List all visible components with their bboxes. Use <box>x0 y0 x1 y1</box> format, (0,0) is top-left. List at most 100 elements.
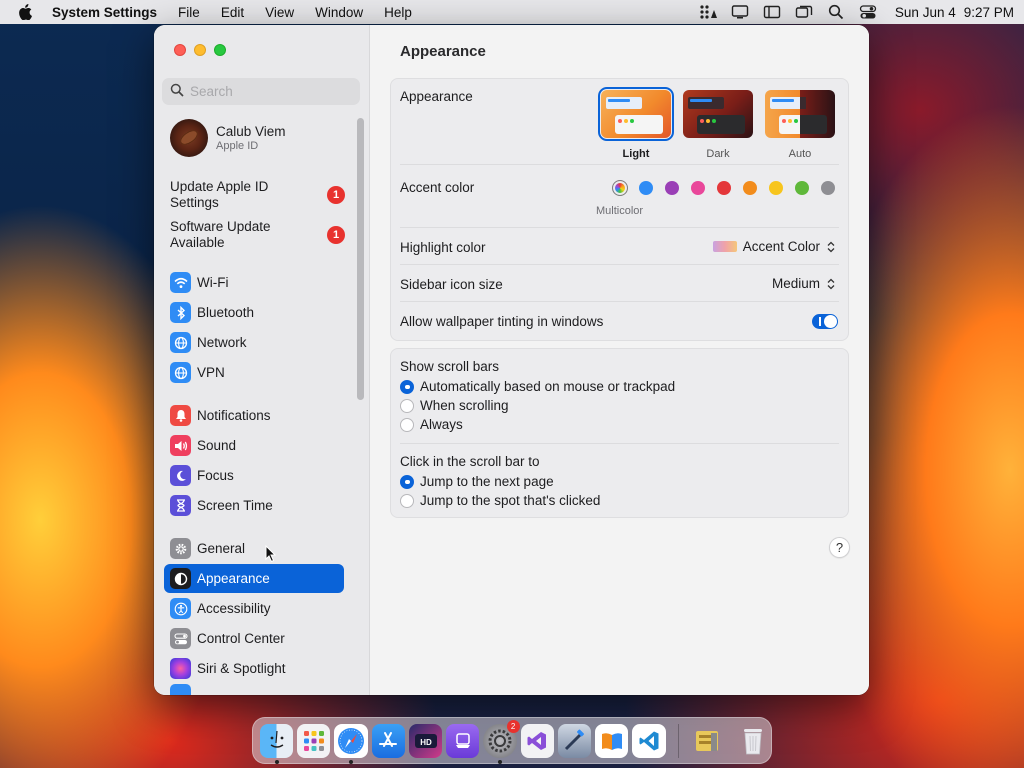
app-store-icon[interactable] <box>371 723 405 758</box>
moon-icon <box>170 465 191 486</box>
sidebar-item-label: Accessibility <box>197 601 271 616</box>
radio-button[interactable] <box>400 474 414 489</box>
update-apple-id-notice[interactable]: Update Apple ID Settings 1 <box>170 179 345 211</box>
accent-graphite[interactable] <box>821 181 835 195</box>
sidebar-icon-size-popup[interactable]: Medium <box>772 276 836 291</box>
app-name-menu[interactable]: System Settings <box>52 5 157 20</box>
help-button[interactable]: ? <box>829 537 850 558</box>
accent-pink[interactable] <box>691 181 705 195</box>
launchpad-icon[interactable] <box>297 723 331 758</box>
menu-clock[interactable]: Sun Jun 4 9:27 PM <box>895 5 1014 20</box>
radio-automatic[interactable]: Automatically based on mouse or trackpad <box>400 379 675 394</box>
divider <box>400 227 839 228</box>
grid-status-icon[interactable] <box>699 4 717 20</box>
notice-label: Update Apple ID Settings <box>170 179 269 210</box>
accent-blue[interactable] <box>639 181 653 195</box>
accent-red[interactable] <box>717 181 731 195</box>
radio-always[interactable]: Always <box>400 417 463 432</box>
display-icon[interactable] <box>731 4 749 20</box>
accent-selected-name: Multicolor <box>596 205 644 217</box>
spotlight-search-icon[interactable] <box>827 4 845 20</box>
accent-yellow[interactable] <box>769 181 783 195</box>
system-settings-icon[interactable]: 2 <box>483 719 520 764</box>
menu-view[interactable]: View <box>265 5 294 20</box>
radio-jump-next-page[interactable]: Jump to the next page <box>400 474 554 489</box>
mode-auto[interactable]: Auto <box>765 90 835 160</box>
sidebar-item-notifications[interactable]: Notifications <box>164 401 344 430</box>
accent-orange[interactable] <box>743 181 757 195</box>
apple-menu-icon[interactable] <box>18 4 34 20</box>
search-field[interactable] <box>162 78 360 105</box>
sidebar-item-screen-time[interactable]: Screen Time <box>164 491 344 520</box>
accent-purple[interactable] <box>665 181 679 195</box>
apple-id-profile[interactable]: Calub Viem Apple ID <box>170 119 286 157</box>
radio-button[interactable] <box>400 379 414 394</box>
sidebar-item-siri-spotlight[interactable]: Siri & Spotlight <box>164 654 344 683</box>
sidebar-item-bluetooth[interactable]: Bluetooth <box>164 298 344 327</box>
sidebar-item-general[interactable]: General <box>164 534 344 563</box>
stack-icon[interactable] <box>446 723 480 758</box>
sidebar-item-accessibility[interactable]: Accessibility <box>164 594 344 623</box>
xcode-tools-icon[interactable] <box>557 723 592 758</box>
show-scroll-bars-label: Show scroll bars <box>400 359 500 374</box>
safari-icon[interactable] <box>334 723 368 764</box>
radio-button[interactable] <box>400 493 414 508</box>
mode-dark[interactable]: Dark <box>683 90 753 160</box>
vscode-icon[interactable] <box>632 723 666 758</box>
light-mode-thumbnail[interactable] <box>598 87 674 141</box>
maximize-button[interactable] <box>214 44 226 56</box>
books-icon[interactable] <box>595 723 629 758</box>
search-input[interactable] <box>190 84 350 99</box>
minimize-button[interactable] <box>194 44 206 56</box>
sidebar-item-sound[interactable]: Sound <box>164 431 344 460</box>
divider <box>400 264 839 265</box>
click-scroll-bar-label: Click in the scroll bar to <box>400 454 540 469</box>
appearance-label: Appearance <box>400 89 473 104</box>
wifi-icon <box>170 272 191 293</box>
appearance-mode-picker: Light Dark Auto <box>598 87 835 160</box>
menu-help[interactable]: Help <box>384 5 412 20</box>
finder-icon[interactable] <box>260 723 294 764</box>
radio-button[interactable] <box>400 417 414 432</box>
radio-when-scrolling[interactable]: When scrolling <box>400 398 509 413</box>
accent-multicolor[interactable] <box>612 180 628 196</box>
archive-icon[interactable] <box>691 724 724 758</box>
speaker-icon <box>170 435 191 456</box>
sidebar-scrollbar[interactable] <box>357 118 364 400</box>
accent-green[interactable] <box>795 181 809 195</box>
sidebar-item-control-center[interactable]: Control Center <box>164 624 344 653</box>
sidebar-toggle-icon[interactable] <box>763 4 781 20</box>
sidebar-item-focus[interactable]: Focus <box>164 461 344 490</box>
software-update-notice[interactable]: Software Update Available 1 <box>170 219 345 251</box>
vpn-globe-icon <box>170 362 191 383</box>
mode-light[interactable]: Light <box>598 87 674 160</box>
radio-jump-to-spot[interactable]: Jump to the spot that's clicked <box>400 493 600 508</box>
dark-mode-thumbnail[interactable] <box>683 90 753 138</box>
sidebar-item-vpn[interactable]: VPN <box>164 358 344 387</box>
bell-icon <box>170 405 191 426</box>
sidebar-item-partial[interactable] <box>164 684 344 695</box>
radio-button[interactable] <box>400 398 414 413</box>
menu-window[interactable]: Window <box>315 5 363 20</box>
wallpaper-tinting-toggle[interactable] <box>812 314 838 329</box>
appearance-group: Appearance Light Dark Auto Accent color … <box>390 78 849 341</box>
sidebar-item-label: Control Center <box>197 631 285 646</box>
control-center-icon[interactable] <box>859 4 877 20</box>
auto-mode-thumbnail[interactable] <box>765 90 835 138</box>
sidebar: Calub Viem Apple ID Update Apple ID Sett… <box>154 25 370 695</box>
trash-icon[interactable] <box>737 724 770 758</box>
sidebar-item-label: General <box>197 541 246 556</box>
windows-icon[interactable] <box>795 4 813 20</box>
sidebar-item-label: Wi-Fi <box>197 275 229 290</box>
sidebar-item-wifi[interactable]: Wi-Fi <box>164 268 344 297</box>
hd-icon[interactable]: HD <box>408 723 443 758</box>
sidebar-item-appearance[interactable]: Appearance <box>164 564 344 593</box>
menu-edit[interactable]: Edit <box>221 5 244 20</box>
menu-file[interactable]: File <box>178 5 200 20</box>
highlight-color-popup[interactable]: Accent Color <box>712 239 836 254</box>
visual-studio-icon[interactable] <box>520 723 554 758</box>
close-button[interactable] <box>174 44 186 56</box>
switches-icon <box>170 628 191 649</box>
globe-icon <box>170 332 191 353</box>
sidebar-item-network[interactable]: Network <box>164 328 344 357</box>
